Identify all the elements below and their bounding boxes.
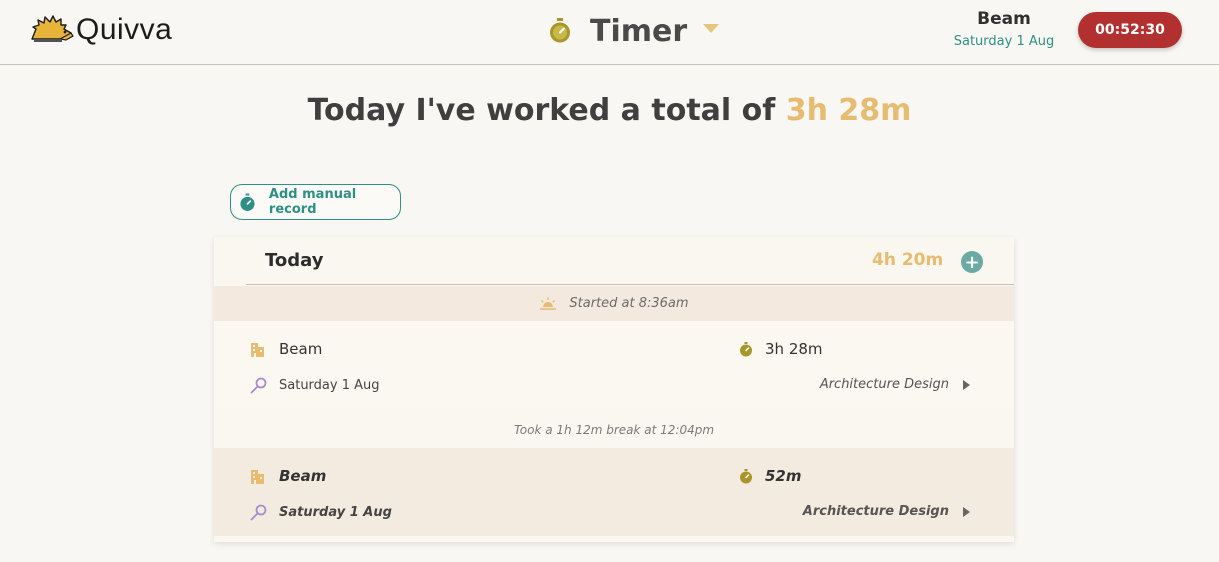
- stopwatch-icon: [240, 193, 255, 211]
- stopwatch-icon: [550, 18, 570, 43]
- plus-icon: +: [964, 251, 980, 273]
- started-text: Started at 8:36am: [569, 296, 689, 311]
- building-icon: [251, 470, 264, 484]
- record-client: Beam: [250, 340, 322, 358]
- add-manual-record-label: Add manual record: [268, 187, 357, 217]
- stopwatch-icon: [740, 468, 752, 483]
- day-total: 4h 20m: [872, 250, 944, 270]
- page-title: Timer: [590, 13, 688, 49]
- record-duration-text: 3h 28m: [765, 340, 823, 358]
- top-bar: Quivva Timer Beam Saturday 1 Aug 00:52:3…: [0, 0, 1219, 65]
- user-info[interactable]: Beam Saturday 1 Aug: [944, 9, 1064, 49]
- user-name: Beam: [977, 9, 1031, 29]
- add-record-button[interactable]: +: [961, 251, 983, 273]
- sunrise-icon: [540, 297, 557, 310]
- record-duration: 3h 28m: [739, 340, 823, 358]
- record-task-name: Architecture Design: [802, 504, 949, 519]
- day-header: Today 4h 20m +: [246, 237, 1014, 285]
- record-date-text: Saturday 1 Aug: [279, 505, 392, 520]
- chevron-down-icon: [703, 23, 720, 33]
- record-duration: 52m: [739, 467, 802, 485]
- day-title: Today: [265, 250, 324, 271]
- time-record[interactable]: Beam Saturday 1 Aug 3h 28m Architecture …: [214, 321, 1014, 409]
- record-date: Saturday 1 Aug: [250, 504, 392, 521]
- record-client-name: Beam: [279, 340, 323, 358]
- user-date: Saturday 1 Aug: [953, 34, 1055, 49]
- record-task-name: Architecture Design: [819, 377, 949, 392]
- record-client-name: Beam: [279, 467, 327, 485]
- time-record[interactable]: Beam Saturday 1 Aug 52m Architecture Des…: [214, 448, 1014, 536]
- add-manual-record-button[interactable]: Add manual record: [230, 184, 401, 220]
- key-icon: [250, 504, 267, 521]
- page-switcher[interactable]: Timer: [548, 12, 720, 50]
- building-icon: [251, 343, 264, 357]
- headline-total: 3h 28m: [785, 93, 912, 128]
- key-icon: [250, 377, 267, 394]
- daily-total-headline: Today I've worked a total of 3h 28m: [0, 93, 1219, 128]
- stopwatch-icon: [740, 341, 752, 356]
- app-logo[interactable]: Quivva: [30, 12, 172, 48]
- app-name: Quivva: [76, 13, 173, 46]
- record-duration-text: 52m: [765, 467, 802, 485]
- record-task: Architecture Design: [803, 504, 970, 519]
- record-date-text: Saturday 1 Aug: [279, 378, 380, 393]
- record-date: Saturday 1 Aug: [250, 377, 380, 394]
- running-timer-button[interactable]: 00:52:30: [1078, 12, 1182, 48]
- record-client: Beam: [250, 467, 326, 485]
- play-icon[interactable]: [963, 379, 970, 390]
- day-started-banner: Started at 8:36am: [214, 286, 1014, 321]
- record-task: Architecture Design: [820, 377, 970, 392]
- day-card: Today 4h 20m + Started at 8:36am Beam Sa…: [214, 237, 1014, 542]
- play-icon[interactable]: [963, 506, 970, 517]
- break-note: Took a 1h 12m break at 12:04pm: [513, 423, 715, 437]
- hedgehog-logo-icon: [31, 15, 74, 42]
- headline-prefix: Today I've worked a total of: [307, 93, 776, 128]
